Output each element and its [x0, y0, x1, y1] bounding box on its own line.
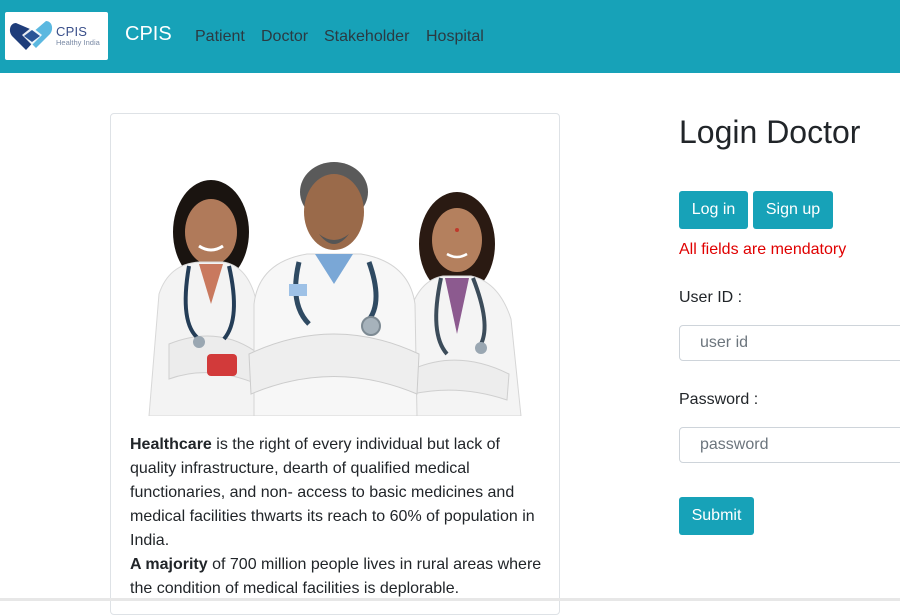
info-card: Healthcare is the right of every individ… [110, 113, 560, 615]
password-label: Password : [679, 391, 759, 408]
nav-link-patient[interactable]: Patient [195, 28, 245, 46]
logo[interactable]: CPIS Healthy India [5, 12, 108, 60]
doctor-left [148, 180, 260, 416]
password-input[interactable] [679, 427, 900, 463]
error-message: All fields are mendatory [679, 241, 847, 258]
login-tab-button[interactable]: Log in [679, 191, 748, 229]
brand-name[interactable]: CPIS [125, 23, 172, 46]
submit-button[interactable]: Submit [679, 497, 754, 535]
card-text: Healthcare is the right of every individ… [130, 433, 548, 601]
logo-title: CPIS [56, 24, 88, 39]
login-title: Login Doctor [679, 114, 861, 150]
navbar: CPIS Healthy India CPIS Patient Doctor S… [0, 0, 900, 73]
doctor-middle [248, 162, 420, 416]
logo-subtitle: Healthy India [56, 38, 100, 47]
userid-label: User ID : [679, 289, 743, 306]
three-doctors-photo [148, 162, 522, 416]
handshake-heart-icon [9, 21, 53, 50]
nav-link-hospital[interactable]: Hospital [426, 28, 484, 46]
majority-bold: A majority [130, 556, 208, 573]
userid-input[interactable] [679, 325, 900, 361]
signup-tab-button[interactable]: Sign up [753, 191, 833, 229]
nav-link-doctor[interactable]: Doctor [261, 28, 308, 46]
healthcare-bold: Healthcare [130, 436, 212, 453]
nav-link-stakeholder[interactable]: Stakeholder [324, 28, 409, 46]
